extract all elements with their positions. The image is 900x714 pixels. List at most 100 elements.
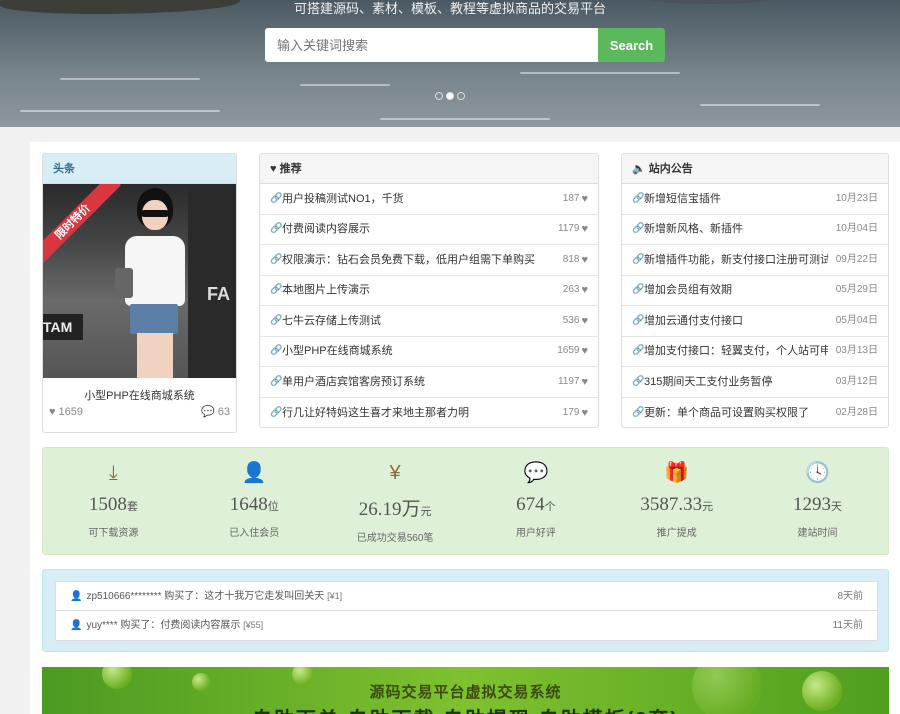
recommend-item-meta: 818 ♥ — [563, 245, 588, 275]
recommend-item-title[interactable]: 本地图片上传演示 — [282, 275, 555, 305]
notice-item-title[interactable]: 315期间天工支付业务暂停 — [644, 367, 828, 397]
recommend-list: 🔗 用户投稿测试NO1，千货 187 ♥ 🔗 付费阅读内容展示 1179 ♥ 🔗 权限演示：钻石会… — [260, 184, 598, 428]
stat-label: 用户好评 — [515, 528, 556, 539]
purchase-text[interactable]: yuy**** 购买了：付费阅读内容展示 — [86, 620, 240, 631]
link-icon: 🔗 — [632, 192, 645, 204]
recommend-item-meta: 179 ♥ — [562, 398, 588, 427]
recent-purchases-band: 👤 zp510666******** 购买了：这才十我万它走发叫回关天 [¥1] 8… — [42, 569, 889, 652]
notice-item-title[interactable]: 增加会员组有效期 — [644, 275, 828, 305]
heart-icon: ♥ — [581, 192, 588, 205]
product-image[interactable]: FA TAM 限时特价 — [43, 184, 236, 378]
link-icon: 🔗 — [270, 192, 283, 204]
stat-value: 674个 — [465, 494, 606, 516]
product-title[interactable]: 小型PHP在线商城系统 — [43, 387, 236, 403]
stat-value: 1648位 — [184, 494, 325, 516]
hero-banner: 可搭建源码、素材、模板、教程等虚拟商品的交易平台 Search — [0, 0, 900, 127]
user-icon: 👤 — [70, 620, 83, 631]
carousel-dot[interactable] — [435, 92, 443, 100]
heart-icon: ♥ — [581, 345, 588, 358]
stat-number: 3587.33 — [640, 494, 703, 515]
notice-item[interactable]: 🔗 新增新风格、新插件 10月04日 — [622, 214, 888, 245]
link-icon: 🔗 — [270, 314, 283, 326]
stat-card: 💬 674个 用户好评 — [465, 448, 606, 554]
stat-unit: 元 — [702, 501, 714, 513]
link-icon: 🔗 — [270, 253, 283, 265]
notice-item[interactable]: 🔗 新增插件功能，新支付接口注册可测试 09月22日 — [622, 245, 888, 276]
notice-item-title[interactable]: 更新：单个商品可设置购买权限了 — [644, 398, 828, 427]
notice-panel-title: 站内公告 — [648, 163, 693, 175]
hero-wave — [300, 84, 390, 86]
notice-item-title[interactable]: 新增新风格、新插件 — [644, 214, 828, 244]
stat-label: 建站时间 — [797, 528, 838, 539]
carousel-dot[interactable] — [457, 92, 465, 100]
recommend-item-count: 179 — [562, 406, 580, 418]
recommend-item[interactable]: 🔗 行几让好特妈这生喜才来地主那者力明 179 ♥ — [260, 398, 598, 428]
stat-card: 🕓 1293天 建站时间 — [747, 448, 888, 554]
notice-item[interactable]: 🔗 增加云通付支付接口 05月04日 — [622, 306, 888, 337]
search-input[interactable] — [265, 28, 598, 62]
heart-icon: ♥ — [581, 314, 588, 327]
recommend-item-meta: 1197 ♥ — [558, 367, 588, 397]
yen-icon: ¥ — [389, 462, 401, 484]
recommend-item[interactable]: 🔗 本地图片上传演示 263 ♥ — [260, 275, 598, 306]
recommend-item-title[interactable]: 小型PHP在线商城系统 — [282, 336, 549, 366]
recommend-item[interactable]: 🔗 权限演示：钻石会员免费下载，低用户组需下单购买 818 ♥ — [260, 245, 598, 276]
recommend-panel: ♥ 推荐 🔗 用户投稿测试NO1，千货 187 ♥ 🔗 付费阅读内容展示 1179 ♥ 🔗 权限演… — [259, 153, 599, 428]
recommend-item-title[interactable]: 用户投稿测试NO1，千货 — [282, 184, 555, 214]
recommend-item[interactable]: 🔗 七牛云存储上传测试 536 ♥ — [260, 306, 598, 337]
recommend-item[interactable]: 🔗 小型PHP在线商城系统 1659 ♥ — [260, 336, 598, 367]
purchase-text-wrap: 👤 zp510666******** 购买了：这才十我万它走发叫回关天 [¥1] — [70, 582, 837, 610]
link-icon: 🔗 — [632, 314, 645, 326]
stat-card: 🎁 3587.33元 推广提成 — [606, 448, 747, 554]
recommend-item-title[interactable]: 单用户酒店宾馆客房预订系统 — [282, 367, 550, 397]
link-icon: 🔗 — [270, 375, 283, 387]
stat-label: 可下载资源 — [88, 528, 139, 539]
stat-card: 👤 1648位 已入住会员 — [184, 448, 325, 554]
purchase-time: 8天前 — [837, 591, 863, 602]
site-stats-band: ⤓ 1508套 可下载资源 👤 1648位 已入住会员 ¥26.19万元 已成功交易560笔 💬… — [42, 447, 889, 555]
stat-unit: 元 — [420, 506, 432, 518]
notice-item-title[interactable]: 增加云通付支付接口 — [644, 306, 828, 336]
purchase-text[interactable]: zp510666******** 购买了：这才十我万它走发叫回关天 — [86, 591, 324, 602]
promo-banner[interactable]: 源码交易平台虚拟交易系统 自助下单 自助下载 自助提现 自助模板(3套) — [42, 667, 889, 714]
notice-item[interactable]: 🔗 新增短信宝插件 10月23日 — [622, 184, 888, 215]
carousel-dot-active[interactable] — [446, 92, 454, 100]
recommend-item-title[interactable]: 七牛云存储上传测试 — [282, 306, 555, 336]
heart-icon: ♥ — [581, 284, 588, 297]
purchase-text-wrap: 👤 yuy**** 购买了：付费阅读内容展示 [¥55] — [70, 611, 833, 640]
recommend-item-title[interactable]: 行几让好特妈这生喜才来地主那者力明 — [282, 398, 555, 427]
heart-icon: ♥ — [581, 223, 588, 236]
stat-number: 26.19万 — [358, 499, 421, 520]
recommend-item-count: 818 — [562, 253, 580, 265]
comments-count: 63 — [217, 405, 230, 418]
recommend-item[interactable]: 🔗 用户投稿测试NO1，千货 187 ♥ — [260, 184, 598, 215]
link-icon: 🔗 — [270, 284, 283, 296]
carousel-dots — [0, 92, 900, 100]
link-icon: 🔗 — [632, 406, 645, 418]
recommend-item-count: 1179 — [557, 223, 580, 235]
notice-item[interactable]: 🔗 更新：单个商品可设置购买权限了 02月28日 — [622, 398, 888, 428]
notice-item[interactable]: 🔗 315期间天工支付业务暂停 03月12日 — [622, 367, 888, 398]
link-icon: 🔗 — [270, 223, 283, 235]
stat-number: 674 — [516, 494, 545, 515]
notice-item-title[interactable]: 增加支付接口：轻翼支付，个人站可申 — [644, 336, 828, 366]
comment-icon: 💬 — [201, 406, 215, 418]
stat-number: 1508 — [88, 494, 127, 515]
recommend-panel-header: ♥ 推荐 — [260, 154, 598, 184]
search-button[interactable]: Search — [598, 28, 665, 62]
recommend-item[interactable]: 🔗 单用户酒店宾馆客房预订系统 1197 ♥ — [260, 367, 598, 398]
purchase-time: 11天前 — [832, 620, 863, 631]
stat-value: 3587.33元 — [606, 494, 747, 516]
product-stats: ♥ 1659 💬 63 — [49, 405, 230, 419]
notice-item[interactable]: 🔗 增加会员组有效期 05月29日 — [622, 275, 888, 306]
comments-stat: 💬 63 — [201, 405, 230, 419]
link-icon: 🔗 — [632, 345, 645, 357]
hero-wave — [20, 110, 220, 112]
recommend-item-title[interactable]: 付费阅读内容展示 — [282, 214, 550, 244]
notice-item[interactable]: 🔗 增加支付接口：轻翼支付，个人站可申 03月13日 — [622, 336, 888, 367]
notice-item-title[interactable]: 新增短信宝插件 — [644, 184, 828, 214]
notice-item-title[interactable]: 新增插件功能，新支付接口注册可测试 — [644, 245, 828, 275]
image-background-sign: TAM — [43, 314, 83, 340]
recommend-item[interactable]: 🔗 付费阅读内容展示 1179 ♥ — [260, 214, 598, 245]
recommend-item-title[interactable]: 权限演示：钻石会员免费下载，低用户组需下单购买 — [282, 245, 555, 275]
